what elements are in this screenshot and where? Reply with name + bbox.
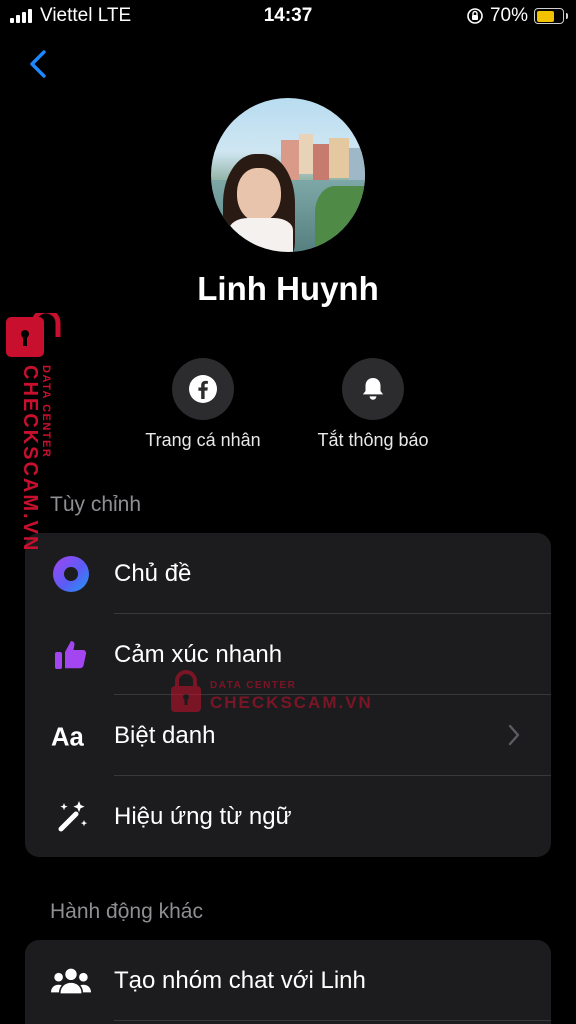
avatar[interactable] [211,98,365,252]
mute-action[interactable]: Tắt thông báo [283,358,463,451]
status-right: 70% [466,5,568,27]
nickname-label: Biệt danh [114,721,216,749]
chevron-left-icon [30,50,46,78]
other-actions-section-title: Hành động khác [50,900,203,923]
profile-name: Linh Huynh [197,270,379,307]
word-effects-label: Hiệu ứng từ ngữ [114,802,292,830]
thumbs-up-icon [51,635,91,675]
create-group-label: Tạo nhóm chat với Linh [114,966,366,994]
watermark-brand-text: CHECKSCAM.VN [210,693,373,712]
word-effects-row[interactable]: Hiệu ứng từ ngữ [25,776,551,857]
conversation-details-screen: Viettel LTE 14:37 70% Linh Huynh Trang c… [0,0,576,1024]
magic-wand-icon [51,797,91,837]
watermark-tagline-text: DATA CENTER [40,365,52,459]
group-icon [51,961,91,1001]
watermark-tagline-text: DATA CENTER [210,680,297,691]
profile-button[interactable] [172,358,234,420]
orientation-lock-icon [467,8,483,24]
profile-action[interactable]: Trang cá nhân [113,358,293,451]
theme-label: Chủ đề [114,559,192,587]
status-bar: Viettel LTE 14:37 70% [0,0,576,32]
watermark-side: CHECKSCAM.VN DATA CENTER [4,313,64,553]
padlock-logo [6,313,61,357]
back-button[interactable] [24,46,54,82]
battery-percent: 70% [489,5,528,26]
padlock-logo [171,670,201,712]
quick-reaction-label: Cảm xúc nhanh [114,640,283,668]
watermark-brand-text: CHECKSCAM.VN [19,365,41,553]
other-actions-card: Tạo nhóm chat với Linh [25,940,551,1024]
mute-button[interactable] [342,358,404,420]
svg-text:Aa: Aa [51,723,85,751]
facebook-icon [189,375,217,403]
watermark-center: DATA CENTER CHECKSCAM.VN [168,670,371,720]
theme-icon [51,554,91,594]
profile-action-label: Trang cá nhân [145,430,261,450]
create-group-row[interactable]: Tạo nhóm chat với Linh [25,940,551,1021]
theme-row[interactable]: Chủ đề [25,533,551,614]
battery-icon [534,8,568,24]
bell-icon [362,378,384,400]
aa-icon: Aa [51,716,91,756]
mute-action-label: Tắt thông báo [317,430,429,450]
chevron-right-icon [508,724,520,746]
